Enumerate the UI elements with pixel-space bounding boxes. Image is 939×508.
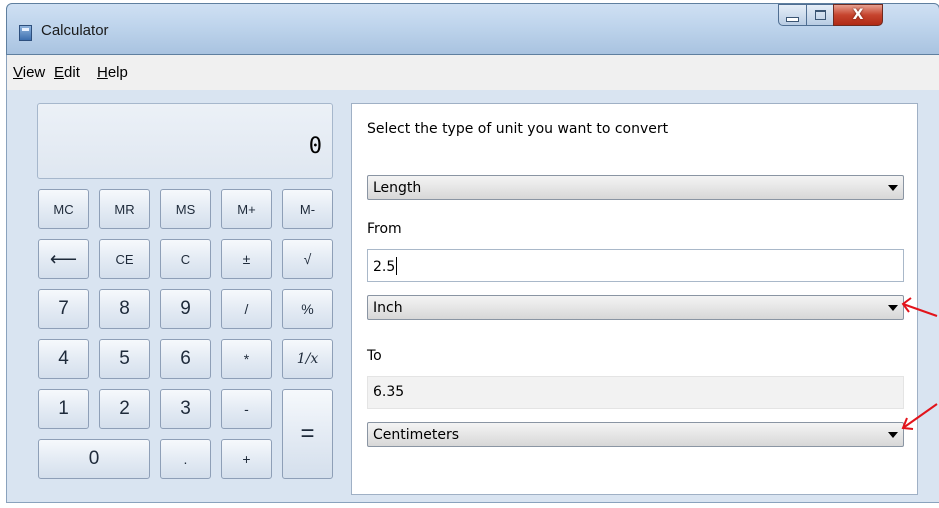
- memory-add-button[interactable]: M+: [221, 189, 272, 229]
- clear-button[interactable]: C: [160, 239, 211, 279]
- minus-button[interactable]: -: [221, 389, 272, 429]
- digit-0-button[interactable]: 0: [38, 439, 150, 479]
- annotation-arrow-from-unit: [901, 297, 938, 317]
- display-value: 0: [308, 134, 322, 159]
- close-button[interactable]: X: [833, 4, 883, 26]
- to-value-output: 6.35: [367, 376, 904, 409]
- digit-9-button[interactable]: 9: [160, 289, 211, 329]
- unit-type-dropdown[interactable]: Length: [367, 175, 904, 200]
- calculator-body: 0 MC MR MS M+ M- ⟵ CE C ± √ 7 8 9 / % 4 …: [6, 90, 939, 503]
- from-value-text: 2.5: [373, 259, 396, 275]
- backspace-button[interactable]: ⟵: [38, 239, 89, 279]
- from-label: From: [367, 221, 402, 237]
- window-title: Calculator: [41, 22, 109, 39]
- maximize-icon: [814, 10, 826, 20]
- from-value-input[interactable]: 2.5: [367, 249, 904, 282]
- menu-edit[interactable]: Edit: [54, 64, 80, 81]
- reciprocal-button[interactable]: 1/x: [282, 339, 333, 379]
- plus-minus-button[interactable]: ±: [221, 239, 272, 279]
- memory-subtract-button[interactable]: M-: [282, 189, 333, 229]
- memory-store-button[interactable]: MS: [160, 189, 211, 229]
- annotation-arrow-to-unit: [901, 403, 938, 430]
- calculator-icon: [19, 25, 32, 41]
- digit-3-button[interactable]: 3: [160, 389, 211, 429]
- menu-help[interactable]: Help: [97, 64, 128, 81]
- unit-type-value: Length: [373, 180, 422, 196]
- digit-4-button[interactable]: 4: [38, 339, 89, 379]
- unit-conversion-panel: Select the type of unit you want to conv…: [351, 103, 918, 495]
- minimize-button[interactable]: [778, 4, 807, 26]
- from-unit-dropdown[interactable]: Inch: [367, 295, 904, 320]
- clear-entry-button[interactable]: CE: [99, 239, 150, 279]
- plus-button[interactable]: +: [221, 439, 272, 479]
- unit-type-prompt: Select the type of unit you want to conv…: [367, 121, 669, 137]
- digit-1-button[interactable]: 1: [38, 389, 89, 429]
- text-caret: [396, 257, 398, 275]
- divide-button[interactable]: /: [221, 289, 272, 329]
- multiply-button[interactable]: *: [221, 339, 272, 379]
- digit-7-button[interactable]: 7: [38, 289, 89, 329]
- dropdown-arrow-icon: [888, 185, 898, 191]
- maximize-button[interactable]: [806, 4, 834, 26]
- minimize-icon: [786, 16, 799, 22]
- to-value-text: 6.35: [373, 384, 405, 400]
- equals-button[interactable]: =: [282, 389, 333, 479]
- title-bar[interactable]: Calculator X: [6, 3, 939, 55]
- to-label: To: [367, 348, 382, 364]
- menu-bar: View Edit Help: [6, 55, 939, 90]
- digit-5-button[interactable]: 5: [99, 339, 150, 379]
- memory-recall-button[interactable]: MR: [99, 189, 150, 229]
- digit-2-button[interactable]: 2: [99, 389, 150, 429]
- digit-6-button[interactable]: 6: [160, 339, 211, 379]
- to-unit-dropdown[interactable]: Centimeters: [367, 422, 904, 447]
- display: 0: [37, 103, 333, 179]
- digit-8-button[interactable]: 8: [99, 289, 150, 329]
- percent-button[interactable]: %: [282, 289, 333, 329]
- to-unit-value: Centimeters: [373, 427, 460, 443]
- close-icon: X: [852, 7, 864, 23]
- square-root-button[interactable]: √: [282, 239, 333, 279]
- from-unit-value: Inch: [373, 300, 403, 316]
- decimal-button[interactable]: .: [160, 439, 211, 479]
- calculator-window: Calculator X View Edit Help 0 MC MR MS M…: [6, 3, 939, 503]
- memory-clear-button[interactable]: MC: [38, 189, 89, 229]
- menu-view[interactable]: View: [13, 64, 45, 81]
